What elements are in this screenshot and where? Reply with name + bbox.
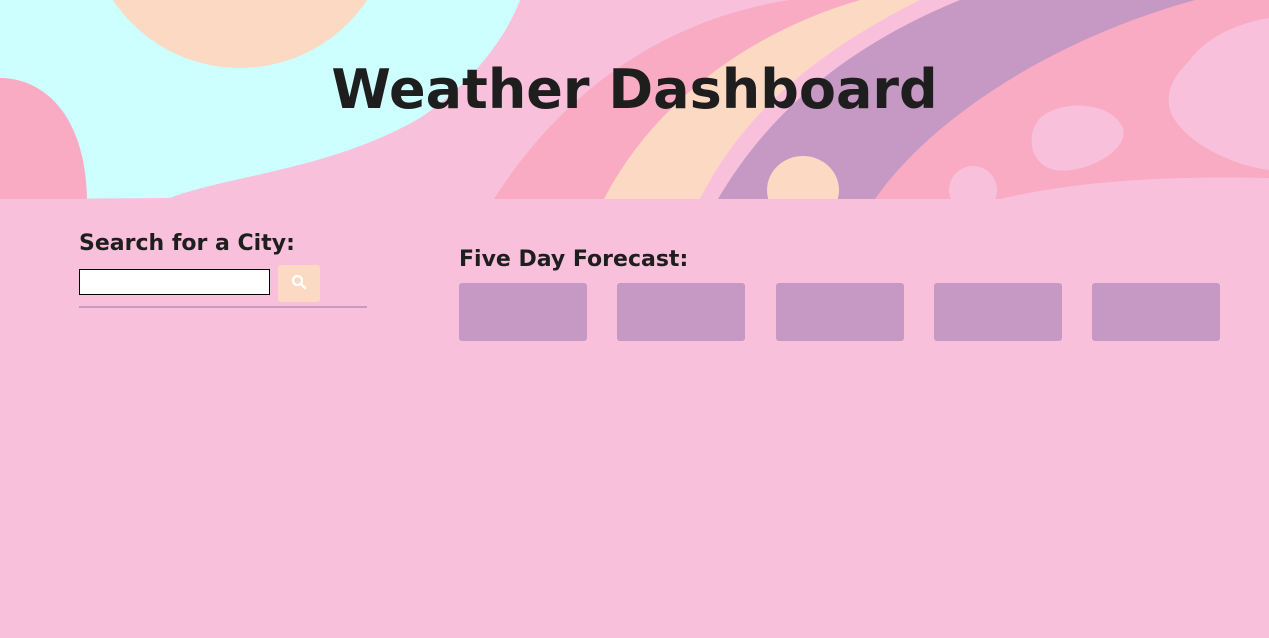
search-panel: Search for a City: [79, 230, 367, 308]
header-banner: Weather Dashboard [0, 0, 1269, 199]
search-icon [291, 274, 307, 293]
page-title: Weather Dashboard [331, 58, 938, 121]
page: Weather Dashboard Search for a City: Fiv… [0, 0, 1269, 638]
search-heading: Search for a City: [79, 231, 295, 256]
forecast-card-day-5 [1092, 283, 1220, 341]
forecast-panel: Five Day Forecast: [459, 246, 1220, 341]
forecast-card-day-1 [459, 283, 587, 341]
forecast-card-day-4 [934, 283, 1062, 341]
forecast-cards [459, 283, 1220, 341]
forecast-card-day-2 [617, 283, 745, 341]
city-search-input[interactable] [79, 269, 270, 295]
forecast-card-day-3 [776, 283, 904, 341]
search-button[interactable] [278, 265, 320, 302]
search-form [79, 265, 367, 308]
forecast-heading: Five Day Forecast: [459, 247, 689, 272]
